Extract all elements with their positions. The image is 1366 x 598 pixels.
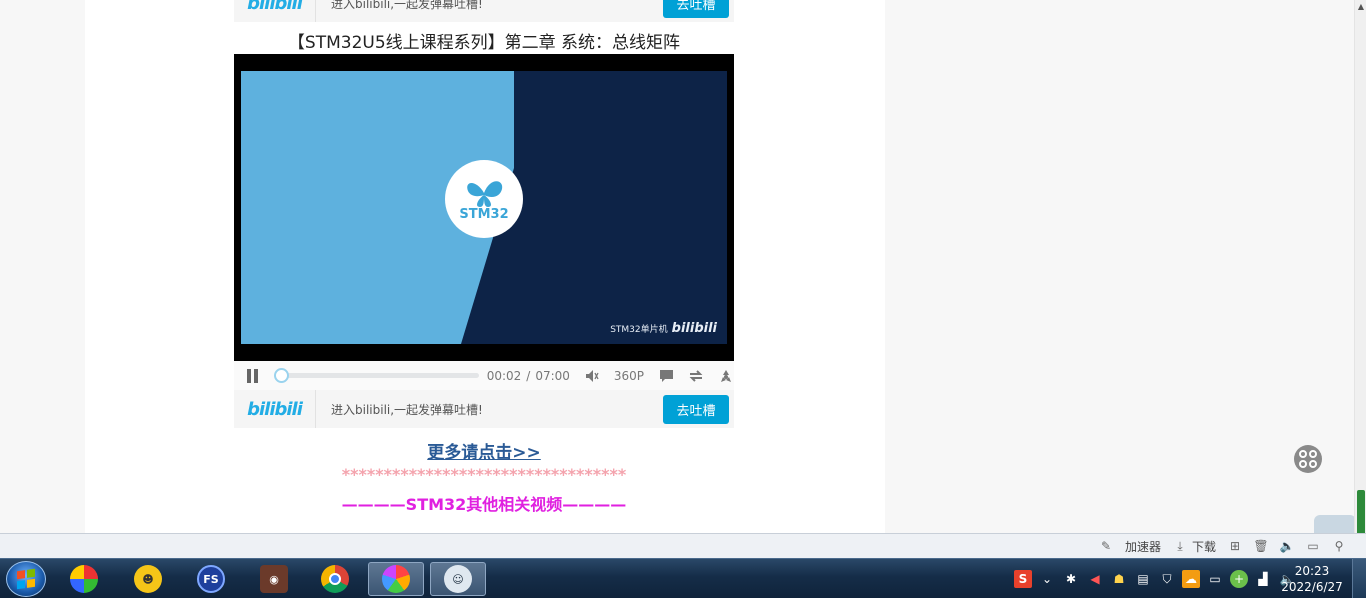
settings-icon[interactable] <box>718 368 734 384</box>
clock-time: 20:23 <box>1294 564 1330 578</box>
show-desktop-button[interactable] <box>1352 559 1366 598</box>
browser-icon <box>382 565 410 593</box>
stm32-badge-text: STM32 <box>459 206 509 222</box>
time-separator: / <box>526 368 531 383</box>
system-clock[interactable]: 20:23 2022/6/27 <box>1280 563 1344 595</box>
video-watermark: STM32单片机 bilibili <box>610 321 717 336</box>
taskbar-app-1[interactable] <box>56 562 112 596</box>
player-controls: 00:02 / 07:00 360P <box>234 361 734 390</box>
avatar-app-icon: ☺ <box>444 565 472 593</box>
quality-selector[interactable]: 360P <box>614 369 644 383</box>
taskbar-browser-active[interactable] <box>368 562 424 596</box>
scroll-up-arrow-icon[interactable]: ▲ <box>1356 2 1366 12</box>
page-scrollbar[interactable]: ▲ <box>1354 0 1366 555</box>
taskbar-app-photo[interactable]: ☺ <box>430 562 486 596</box>
butterfly-icon <box>467 180 503 207</box>
download-button[interactable]: ⤓ 下载 <box>1173 538 1216 555</box>
fs-app-icon: FS <box>197 565 225 593</box>
progress-bar[interactable] <box>273 368 479 383</box>
bilibili-logo-top[interactable]: bilibili <box>234 0 316 22</box>
watermark-bilibili-logo: bilibili <box>671 321 717 336</box>
more-videos-link[interactable]: 更多请点击>> <box>234 438 734 463</box>
sound-icon[interactable]: 🔈 <box>1280 539 1295 553</box>
qq-icon[interactable]: ☗ <box>1110 570 1128 588</box>
chat-app-icon: ☻ <box>134 565 162 593</box>
download-icon: ⤓ <box>1177 538 1183 553</box>
danmaku-bar-bottom: bilibili 进入bilibili,一起发弹幕吐槽! 去吐槽 <box>234 390 734 428</box>
current-time: 00:02 <box>486 368 522 383</box>
network-tool-icon[interactable]: ✱ <box>1062 570 1080 588</box>
security-plus-icon[interactable]: + <box>1230 570 1248 588</box>
monitor-icon[interactable]: ▭ <box>1206 570 1224 588</box>
progress-knob[interactable] <box>273 368 289 383</box>
system-tray: S ⌄ ✱ ◀ ☗ ▤ ⛉ ☁ ▭ + ▟ 🔈 <box>1014 559 1296 598</box>
taskbar-app-3[interactable]: FS <box>183 562 239 596</box>
danmaku-toggle-icon[interactable] <box>658 368 674 384</box>
danmaku-bar-top: bilibili 进入bilibili,一起发弹幕吐槽! 去吐槽 <box>234 0 734 22</box>
windows-flag-icon <box>17 568 35 590</box>
browser-status-bar: ✎ 加速器 ⤓ 下载 ⊞ 🗑 🔈 ▭ ⚲ <box>0 533 1366 558</box>
watermark-channel: STM32单片机 <box>610 325 668 335</box>
windows-taskbar: ☻ FS ◉ ☺ S ⌄ ✱ ◀ ☗ ▤ ⛉ ☁ ▭ + ▟ 🔈 20:23 2… <box>0 558 1366 598</box>
pin-icon[interactable]: ✎ <box>1099 539 1113 553</box>
stars-divider: ********************************** <box>341 465 627 484</box>
download-label: 下载 <box>1191 539 1216 554</box>
taskbar-app-4[interactable]: ◉ <box>246 562 302 596</box>
zoom-icon[interactable]: ⚲ <box>1332 539 1346 553</box>
speaker-red-icon[interactable]: ◀ <box>1086 570 1104 588</box>
stm32-logo-badge: STM32 <box>445 160 523 238</box>
device-icon[interactable]: ▤ <box>1134 570 1152 588</box>
bilibili-logo-bottom[interactable]: bilibili <box>234 390 316 428</box>
send-danmaku-button-top[interactable]: 去吐槽 <box>663 0 729 18</box>
video-frame[interactable]: STM32 STM32单片机 bilibili <box>241 71 727 344</box>
taskbar-app-2[interactable]: ☻ <box>120 562 176 596</box>
video-title: 【STM32U5线上课程系列】第二章 系统：总线矩阵 <box>287 33 681 53</box>
related-videos-heading: ————STM32其他相关视频———— <box>341 495 627 514</box>
volume-icon[interactable] <box>584 368 600 384</box>
video-player[interactable]: STM32 STM32单片机 bilibili <box>234 54 734 361</box>
trash-icon[interactable]: 🗑 <box>1253 539 1268 553</box>
color-app-icon <box>70 565 98 593</box>
floating-menu-button[interactable] <box>1294 445 1322 473</box>
game-app-icon: ◉ <box>260 565 288 593</box>
chrome-icon <box>321 565 349 593</box>
ime-options-icon[interactable]: ⌄ <box>1038 570 1056 588</box>
bilibili-logo-text: bilibili <box>247 398 303 420</box>
screen-icon[interactable]: ▭ <box>1306 539 1320 553</box>
danmaku-hint-top: 进入bilibili,一起发弹幕吐槽! <box>331 0 483 11</box>
start-button[interactable] <box>6 561 46 597</box>
duration: 07:00 <box>535 368 570 383</box>
accelerator-label: 加速器 <box>1124 539 1161 554</box>
accelerator-button[interactable]: 加速器 <box>1125 538 1161 555</box>
sogou-ime-icon[interactable]: S <box>1014 570 1032 588</box>
taskbar-chrome[interactable] <box>307 562 363 596</box>
loop-icon[interactable] <box>688 368 704 384</box>
signal-icon[interactable]: ▟ <box>1254 570 1272 588</box>
shield-icon[interactable]: ⛉ <box>1158 570 1176 588</box>
clock-date: 2022/6/27 <box>1281 580 1343 594</box>
danmaku-hint-bottom: 进入bilibili,一起发弹幕吐槽! <box>331 402 483 417</box>
cloud-app-icon[interactable]: ☁ <box>1182 570 1200 588</box>
new-tab-icon[interactable]: ⊞ <box>1228 539 1242 553</box>
bilibili-logo-text: bilibili <box>247 0 303 14</box>
send-danmaku-button-bottom[interactable]: 去吐槽 <box>663 394 729 424</box>
pause-icon[interactable] <box>247 368 261 383</box>
